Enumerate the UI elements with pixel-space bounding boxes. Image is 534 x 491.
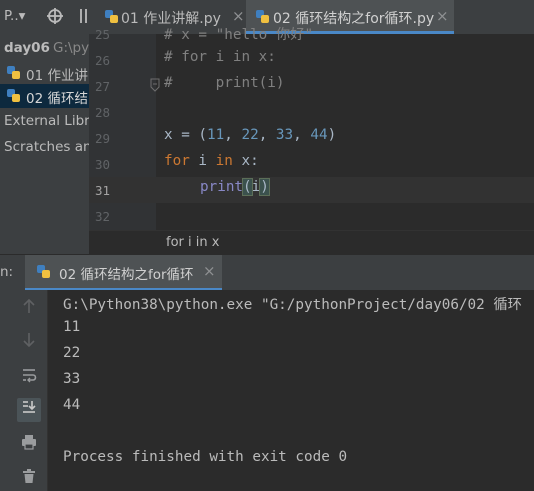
scratches-item[interactable]: Scratches anc [4, 139, 89, 155]
code-line: # for i in x: [164, 49, 276, 65]
project-root-path: G:\py [53, 40, 89, 56]
code-number: 33 [275, 127, 294, 143]
console-line: 22 [63, 345, 81, 361]
up-arrow-icon[interactable] [17, 297, 41, 321]
code-token: = ( [172, 127, 208, 143]
python-file-icon [6, 88, 21, 103]
soft-wrap-icon[interactable] [17, 366, 41, 390]
code-line: # x = "hello 你好" [164, 27, 314, 43]
console-line: Process finished with exit code 0 [63, 449, 348, 465]
line-number: 32 [94, 209, 110, 224]
down-arrow-icon[interactable] [17, 331, 41, 355]
code-number: 44 [310, 127, 328, 143]
code-token: , [293, 127, 311, 143]
run-side-strip [0, 290, 11, 491]
close-icon[interactable]: × [203, 262, 216, 280]
line-number: 26 [94, 53, 110, 68]
project-view-selector[interactable]: P..▾ [4, 8, 25, 24]
project-root-name[interactable]: day06 [4, 40, 50, 56]
code-number: 11 [207, 127, 225, 143]
run-panel-title: n: [0, 264, 14, 280]
line-number: 25 [94, 27, 110, 42]
line-number: 27 [94, 79, 110, 94]
code-bracket-match: ) [259, 178, 270, 196]
code-line-current: print(i) [200, 178, 270, 196]
code-token: x: [232, 153, 259, 169]
console-line: 11 [63, 319, 81, 335]
code-keyword: for [164, 153, 190, 169]
code-keyword: in [215, 153, 233, 169]
code-token: x [164, 127, 173, 143]
code-number: 22 [241, 127, 259, 143]
trash-icon[interactable] [17, 467, 41, 491]
code-token: i [251, 179, 261, 195]
collapse-all-icon[interactable] [78, 7, 89, 25]
console-line: G:\Python38\python.exe "G:/pythonProject… [63, 297, 522, 313]
project-file-item-selected[interactable]: 02 循环结 [0, 84, 89, 108]
fold-icon[interactable] [150, 78, 160, 92]
scroll-to-end-icon[interactable] [17, 398, 41, 422]
code-token: ) [327, 127, 337, 143]
code-token: i [189, 153, 216, 169]
code-line: # print(i) [164, 75, 285, 91]
locate-icon[interactable] [46, 7, 64, 25]
code-token: , [258, 127, 276, 143]
project-file-item[interactable]: 01 作业讲 [0, 62, 89, 84]
run-tab[interactable]: 02 循环结构之for循环 × [25, 255, 222, 291]
python-file-icon [36, 264, 51, 279]
python-file-icon [6, 65, 21, 80]
code-bracket-match: ( [242, 178, 253, 196]
run-panel-header: n: 02 循环结构之for循环 × [0, 254, 534, 291]
project-file-label: 02 循环结 [26, 91, 88, 107]
python-file-icon [255, 9, 270, 24]
external-libraries-item[interactable]: External Libra [4, 113, 89, 129]
code-builtin: print [200, 179, 244, 195]
code-token: , [224, 127, 242, 143]
console-line: 33 [63, 371, 81, 387]
code-line: for i in x: [164, 153, 259, 169]
print-icon[interactable] [17, 433, 41, 457]
project-file-label: 01 作业讲 [26, 68, 88, 84]
console-line: 44 [63, 397, 81, 413]
close-icon[interactable]: × [436, 7, 449, 25]
code-line: x = (11, 22, 33, 44) [164, 127, 336, 143]
line-number: 29 [94, 131, 110, 146]
current-line-highlight [89, 177, 534, 203]
breadcrumb-item[interactable]: for i in x [166, 235, 219, 250]
project-panel: P..▾ day06 G:\py 01 作业讲 02 循环结 External … [0, 0, 89, 254]
python-file-icon [104, 9, 119, 24]
breadcrumb: for i in x [89, 230, 534, 255]
line-number: 28 [94, 105, 110, 120]
line-number: 30 [94, 157, 110, 172]
line-number-current: 31 [94, 183, 110, 198]
run-tab-label: 02 循环结构之for循环 [59, 267, 194, 283]
